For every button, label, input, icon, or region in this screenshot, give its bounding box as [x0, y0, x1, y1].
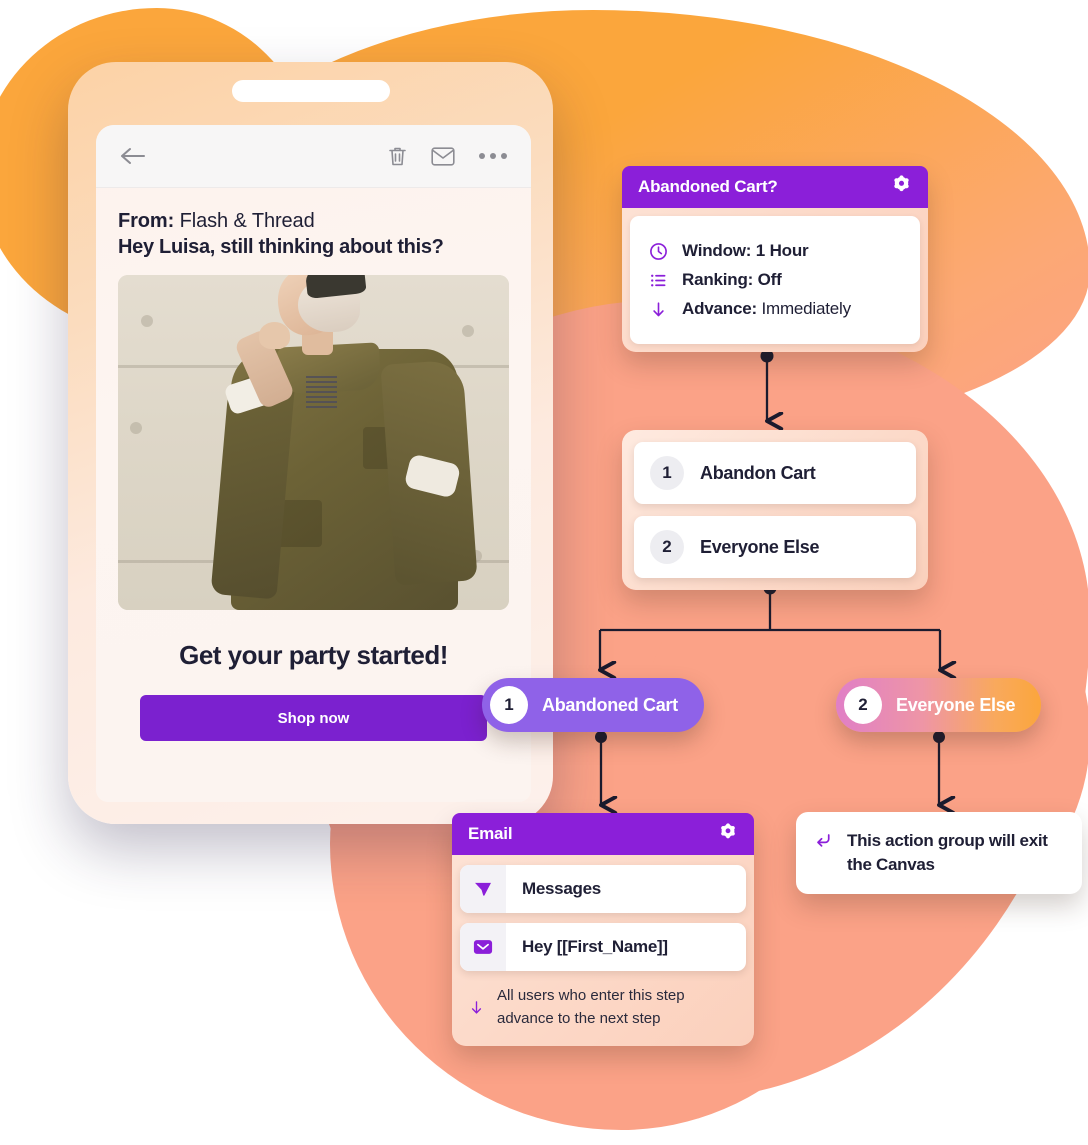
photo-figure-hand	[258, 321, 291, 349]
email-from-label: From:	[118, 210, 175, 232]
email-node[interactable]: Email Messages Hey [[First_Name]] All us…	[452, 813, 754, 1046]
trigger-node[interactable]: Abandoned Cart? Window: 1 Hour Ranking: …	[622, 166, 928, 352]
trigger-row-ranking: Ranking: Off	[648, 270, 902, 290]
send-icon	[460, 865, 506, 913]
more-dots-icon[interactable]	[479, 153, 507, 159]
phone-screen: From: Flash & Thread Hey Luisa, still th…	[96, 125, 531, 802]
branch-pill-everyone-else[interactable]: 2 Everyone Else	[836, 678, 1042, 732]
action-group-number: 1	[650, 456, 684, 490]
phone-mockup: From: Flash & Thread Hey Luisa, still th…	[68, 62, 553, 824]
branch-pill-abandoned-cart[interactable]: 1 Abandoned Cart	[482, 678, 704, 732]
trigger-row-window: Window: 1 Hour	[648, 241, 902, 261]
trigger-window-key: Window:	[682, 241, 752, 260]
branch-pill-label: Abandoned Cart	[542, 694, 678, 715]
email-node-header: Email	[452, 813, 754, 855]
action-group-row[interactable]: 2 Everyone Else	[634, 516, 916, 578]
action-group-label: Everyone Else	[700, 536, 820, 557]
email-cta-section: Get your party started! Shop now	[118, 610, 509, 741]
email-node-advance-note: All users who enter this step advance to…	[460, 971, 746, 1038]
trigger-advance-value: Immediately	[756, 299, 851, 318]
email-subject: Hey Luisa, still thinking about this?	[118, 236, 444, 258]
arrow-down-icon	[468, 999, 485, 1016]
email-from-value: Flash & Thread	[174, 210, 315, 232]
trigger-row-advance-text: Advance: Immediately	[682, 299, 851, 319]
mail-body: From: Flash & Thread Hey Luisa, still th…	[96, 188, 531, 741]
clock-icon	[648, 242, 668, 261]
email-node-row-messages[interactable]: Messages	[460, 865, 746, 913]
list-icon	[648, 271, 668, 290]
trigger-window-value: 1 Hour	[751, 241, 809, 260]
branch-pill-number: 1	[490, 686, 528, 724]
trigger-node-header: Abandoned Cart?	[622, 166, 928, 208]
gear-icon[interactable]	[891, 174, 912, 200]
email-node-subject-label: Hey [[First_Name]]	[522, 937, 668, 956]
gear-icon[interactable]	[718, 822, 738, 847]
branch-pill-label: Everyone Else	[896, 694, 1016, 715]
trigger-row-window-text: Window: 1 Hour	[682, 241, 809, 261]
back-arrow-icon[interactable]	[120, 146, 146, 166]
trigger-ranking-key: Ranking:	[682, 270, 754, 289]
exit-canvas-text: This action group will exit the Canvas	[847, 831, 1048, 874]
photo-shirt-graphic	[305, 375, 337, 409]
branch-pill-number: 2	[844, 686, 882, 724]
canvas-stage: From: Flash & Thread Hey Luisa, still th…	[0, 0, 1088, 1145]
exit-canvas-node[interactable]: This action group will exit the Canvas	[796, 812, 1082, 894]
email-headline: Get your party started!	[179, 640, 448, 670]
email-node-messages-label: Messages	[522, 879, 601, 898]
envelope-icon[interactable]	[431, 146, 455, 166]
arrow-down-icon	[648, 300, 668, 319]
mail-toolbar	[96, 125, 531, 188]
action-group-label: Abandon Cart	[700, 462, 816, 483]
envelope-icon	[460, 923, 506, 971]
email-node-advance-text: All users who enter this step advance to…	[497, 987, 685, 1027]
email-hero-image	[118, 275, 509, 610]
action-group-row[interactable]: 1 Abandon Cart	[634, 442, 916, 504]
email-node-title: Email	[468, 824, 513, 843]
email-node-row-subject[interactable]: Hey [[First_Name]]	[460, 923, 746, 971]
trigger-row-advance: Advance: Immediately	[648, 299, 902, 319]
exit-return-icon	[814, 829, 833, 850]
trigger-row-ranking-text: Ranking: Off	[682, 270, 782, 290]
phone-speaker-grille	[231, 80, 390, 102]
action-group-number: 2	[650, 530, 684, 564]
trigger-ranking-value: Off	[753, 270, 782, 289]
trigger-node-title: Abandoned Cart?	[638, 177, 778, 196]
email-from-line: From: Flash & Thread	[118, 210, 509, 233]
trigger-node-body: Window: 1 Hour Ranking: Off Advance: Imm…	[630, 216, 920, 344]
shop-now-button[interactable]: Shop now	[140, 695, 487, 741]
action-groups-node[interactable]: 1 Abandon Cart 2 Everyone Else	[622, 430, 928, 590]
trash-icon[interactable]	[388, 146, 407, 167]
trigger-advance-key: Advance:	[682, 299, 757, 318]
